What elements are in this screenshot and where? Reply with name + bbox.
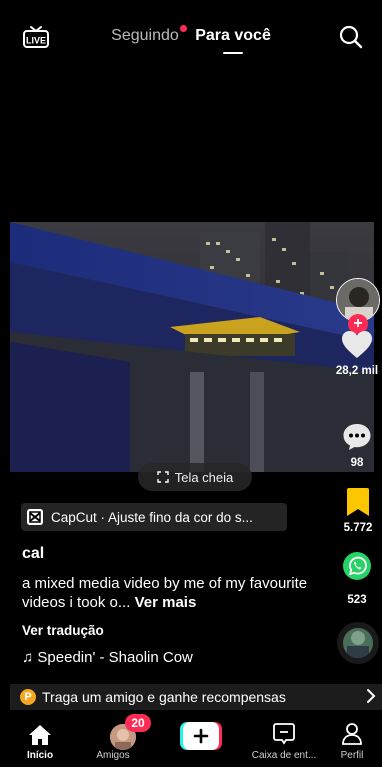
coin-icon: P — [20, 689, 36, 705]
share-button[interactable]: 523 — [332, 551, 382, 606]
nav-inbox-label: Caixa de ent... — [251, 750, 317, 761]
save-count: 5.772 — [343, 522, 373, 534]
nav-home[interactable]: Início — [10, 710, 70, 761]
video-caption: a mixed media video by me of my favourit… — [22, 574, 322, 612]
save-button[interactable]: 5.772 — [333, 487, 382, 534]
see-translation-link[interactable]: Ver tradução — [22, 623, 104, 638]
fullscreen-icon — [157, 471, 169, 483]
music-disc[interactable] — [337, 622, 379, 664]
video-frame — [10, 222, 374, 472]
inbox-icon — [273, 723, 295, 745]
feed-tabs: Seguindo Para você — [0, 25, 382, 54]
nav-friends-label: Amigos — [96, 750, 130, 761]
active-tab-indicator — [223, 52, 244, 54]
creator-avatar[interactable]: + — [336, 278, 380, 334]
chevron-right-icon — [367, 689, 376, 703]
video-player[interactable] — [10, 222, 374, 472]
profile-icon — [342, 723, 362, 745]
comment-count: 98 — [350, 457, 364, 469]
friends-notification-badge: 20 — [125, 714, 151, 732]
capcut-chip-label: CapCut · Ajuste fino da cor do s... — [51, 509, 253, 525]
search-icon[interactable] — [338, 24, 364, 50]
referral-text: Traga um amigo e ganhe recompensas — [42, 689, 286, 705]
referral-banner[interactable]: P Traga um amigo e ganhe recompensas — [10, 684, 382, 710]
nav-home-label: Início — [26, 750, 54, 761]
top-bar: LIVE Seguindo Para você — [0, 18, 382, 62]
fullscreen-label: Tela cheia — [174, 469, 234, 485]
create-button[interactable] — [180, 722, 222, 750]
tab-following-label: Seguindo — [111, 27, 179, 44]
like-button[interactable]: 28,2 mil — [332, 330, 382, 377]
nav-profile-label: Perfil — [340, 750, 364, 761]
new-content-dot — [179, 25, 187, 32]
home-icon — [29, 725, 51, 745]
capcut-icon — [27, 509, 43, 525]
sound-cover — [343, 628, 373, 658]
whatsapp-icon — [343, 552, 371, 580]
sound-title: Speedin' - Shaolin Cow — [37, 649, 193, 666]
tab-for-you-label: Para você — [195, 27, 271, 44]
capcut-template-chip[interactable]: CapCut · Ajuste fino da cor do s... — [21, 503, 287, 531]
nav-inbox[interactable]: Caixa de ent... — [246, 710, 322, 761]
tab-for-you[interactable]: Para você — [195, 27, 271, 54]
like-count: 28,2 mil — [335, 365, 379, 377]
tab-following[interactable]: Seguindo — [111, 25, 187, 45]
comment-icon — [343, 424, 371, 450]
screen: LIVE Seguindo Para você Tela cheia + 28,… — [0, 0, 382, 767]
creator-username[interactable]: cal — [22, 545, 44, 563]
sound-link[interactable]: ♫ Speedin' - Shaolin Cow — [22, 649, 193, 666]
music-note-icon: ♫ — [22, 649, 34, 666]
bottom-nav: Início Amigos 20 Caixa de ent... Perfil — [10, 710, 382, 767]
heart-icon — [342, 331, 372, 358]
bookmark-icon — [347, 488, 369, 516]
share-count: 523 — [347, 594, 367, 606]
nav-profile[interactable]: Perfil — [328, 710, 376, 761]
plus-icon — [180, 722, 222, 750]
comment-button[interactable]: 98 — [332, 422, 382, 469]
fullscreen-button[interactable]: Tela cheia — [138, 463, 252, 491]
see-more-link[interactable]: Ver mais — [135, 594, 197, 611]
